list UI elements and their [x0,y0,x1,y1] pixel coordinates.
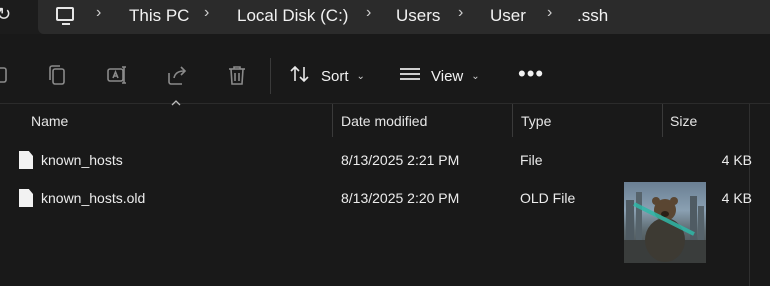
file-size: 4 KB [721,152,752,168]
column-header-size[interactable]: Size [670,113,697,129]
column-divider[interactable] [332,104,333,137]
sort-ascending-icon [171,100,181,106]
delete-icon[interactable] [226,64,248,86]
breadcrumb-user[interactable]: User [490,6,526,26]
breadcrumb-ssh[interactable]: .ssh [577,6,608,26]
view-label: View [431,67,464,85]
file-type: OLD File [520,190,576,206]
share-icon[interactable] [166,64,188,86]
column-divider[interactable] [662,104,663,137]
breadcrumb-users[interactable]: Users [396,6,440,26]
view-icon [399,66,421,86]
chevron-right-icon[interactable]: › [458,4,463,22]
file-type: File [520,152,543,168]
chevron-right-icon[interactable]: › [96,4,101,22]
column-header-date-modified[interactable]: Date modified [341,113,427,129]
column-header-type[interactable]: Type [521,113,551,129]
copy-icon[interactable] [46,64,68,86]
chevron-down-icon: ⌄ [356,70,365,82]
table-row[interactable]: known_hosts 8/13/2025 2:21 PM File 4 KB [0,141,752,179]
sort-icon [289,64,311,88]
file-date: 8/13/2025 2:20 PM [341,190,460,206]
rename-icon[interactable] [106,64,128,86]
chevron-right-icon[interactable]: › [547,4,552,22]
file-size: 4 KB [721,190,752,206]
file-icon [19,151,33,169]
paste-icon[interactable] [0,64,12,86]
file-name[interactable]: known_hosts [41,152,123,168]
toolbar-separator [270,58,271,94]
divider [0,103,770,104]
file-date: 8/13/2025 2:21 PM [341,152,460,168]
file-name[interactable]: known_hosts.old [41,190,145,206]
file-icon [19,189,33,207]
sort-label: Sort [321,67,349,85]
computer-icon[interactable] [56,7,74,25]
chevron-right-icon[interactable]: › [366,4,371,22]
sort-button[interactable]: Sort ⌄ [289,64,365,88]
breadcrumb-this-pc[interactable]: This PC [129,6,189,26]
bear-image-thumbnail[interactable] [624,182,706,263]
chevron-right-icon[interactable]: › [204,4,209,22]
breadcrumb-local-disk[interactable]: Local Disk (C:) [237,6,348,26]
view-button[interactable]: View ⌄ [399,64,480,88]
refresh-icon[interactable]: ↻ [0,4,11,25]
column-divider[interactable] [512,104,513,137]
column-header-name[interactable]: Name [31,113,68,129]
chevron-down-icon: ⌄ [471,70,480,82]
more-horizontal-icon[interactable]: ••• [518,63,544,85]
